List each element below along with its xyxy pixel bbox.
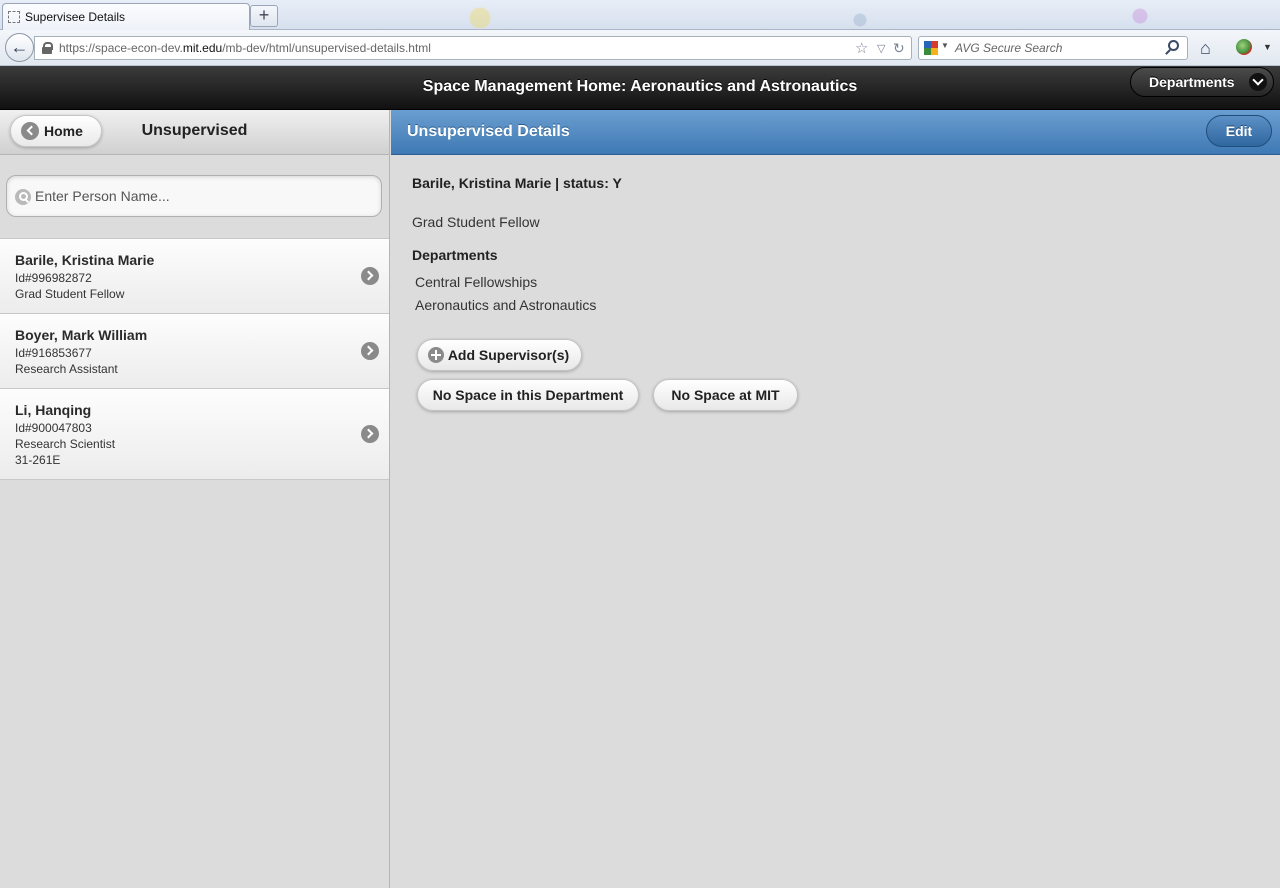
browser-search-placeholder: AVG Secure Search xyxy=(955,41,1063,55)
left-panel: Unsupervised Home Barile, Kristina Marie… xyxy=(0,110,390,888)
person-id: Id#900047803 xyxy=(15,421,92,435)
detail-panel: Unsupervised Details Edit Barile, Kristi… xyxy=(391,110,1280,888)
list-item-person[interactable]: Barile, Kristina Marie Id#996982872 Grad… xyxy=(0,239,389,314)
address-bar[interactable]: https://space-econ-dev.mit.edu/mb-dev/ht… xyxy=(34,36,912,60)
page-title: Space Management Home: Aeronautics and A… xyxy=(422,78,858,95)
departments-heading: Departments xyxy=(412,247,498,263)
person-name: Li, Hanqing xyxy=(15,402,92,418)
departments-list: Central Fellowships Aeronautics and Astr… xyxy=(415,271,596,317)
add-supervisor-label: Add Supervisor(s) xyxy=(447,347,570,363)
person-search-input[interactable] xyxy=(35,184,375,208)
person-name: Boyer, Mark William xyxy=(15,327,148,343)
department-item: Central Fellowships xyxy=(415,274,538,290)
list-item-person[interactable]: Boyer, Mark William Id#916853677 Researc… xyxy=(0,314,389,389)
browser-search-box[interactable]: ▼ AVG Secure Search xyxy=(918,36,1188,60)
page-icon xyxy=(8,11,20,23)
edit-button[interactable]: Edit xyxy=(1206,115,1272,147)
person-name: Barile, Kristina Marie xyxy=(15,252,155,268)
url-text: https://space-econ-dev.mit.edu/mb-dev/ht… xyxy=(59,41,431,55)
detail-role: Grad Student Fellow xyxy=(412,214,540,230)
new-tab-button[interactable]: + xyxy=(250,5,278,27)
list-item-person[interactable]: Li, Hanqing Id#900047803 Research Scient… xyxy=(0,389,389,480)
departments-button[interactable]: Departments xyxy=(1130,67,1274,97)
person-role: Grad Student Fellow xyxy=(15,287,125,301)
browser-nav-bar: ← https://space-econ-dev.mit.edu/mb-dev/… xyxy=(0,30,1280,66)
home-button[interactable]: Home xyxy=(10,115,102,147)
browser-tab-bar: Supervisee Details + xyxy=(0,0,1280,30)
star-icon[interactable]: ☆ xyxy=(855,39,868,57)
chevron-right-icon xyxy=(361,267,379,285)
chevron-right-icon xyxy=(361,425,379,443)
detail-heading: Barile, Kristina Marie | status: Y xyxy=(412,175,622,191)
person-room: 31-261E xyxy=(15,453,61,467)
back-button[interactable]: ← xyxy=(5,33,34,62)
add-supervisor-button[interactable]: Add Supervisor(s) xyxy=(417,339,582,371)
plus-icon xyxy=(428,347,444,363)
no-space-department-button[interactable]: No Space in this Department xyxy=(417,379,639,411)
department-item: Aeronautics and Astronautics xyxy=(415,297,597,313)
detail-title: Unsupervised Details xyxy=(407,123,570,140)
magnify-icon[interactable] xyxy=(1168,40,1179,51)
no-space-mit-button[interactable]: No Space at MIT xyxy=(653,379,798,411)
person-role: Research Scientist xyxy=(15,437,116,451)
search-icon xyxy=(15,189,31,205)
search-engine-dropdown-icon[interactable]: ▼ xyxy=(941,41,949,50)
person-role: Research Assistant xyxy=(15,362,118,376)
back-arrow-icon xyxy=(21,122,39,140)
tab-bar-background xyxy=(300,6,1200,28)
addon-icon[interactable] xyxy=(1236,39,1252,55)
home-icon[interactable]: ⌂ xyxy=(1200,38,1211,58)
person-search[interactable] xyxy=(6,175,382,217)
home-label: Home xyxy=(44,123,83,139)
chevron-down-icon xyxy=(1249,73,1267,91)
dropdown-icon[interactable]: ▽ xyxy=(877,42,885,55)
departments-label: Departments xyxy=(1149,74,1235,90)
avg-icon[interactable] xyxy=(924,41,938,55)
person-id: Id#996982872 xyxy=(15,271,92,285)
left-header: Unsupervised Home xyxy=(0,110,389,155)
back-arrow-icon: ← xyxy=(10,37,29,57)
reload-icon[interactable]: ↻ xyxy=(893,40,905,57)
app-header: Space Management Home: Aeronautics and A… xyxy=(0,66,1280,110)
browser-tab[interactable]: Supervisee Details xyxy=(2,3,250,30)
detail-header: Unsupervised Details Edit xyxy=(391,110,1280,155)
lock-icon xyxy=(42,42,53,54)
addon-dropdown-icon[interactable]: ▼ xyxy=(1263,42,1272,52)
person-list: Barile, Kristina Marie Id#996982872 Grad… xyxy=(0,238,389,480)
person-id: Id#916853677 xyxy=(15,346,92,360)
chevron-right-icon xyxy=(361,342,379,360)
tab-title: Supervisee Details xyxy=(25,10,126,24)
